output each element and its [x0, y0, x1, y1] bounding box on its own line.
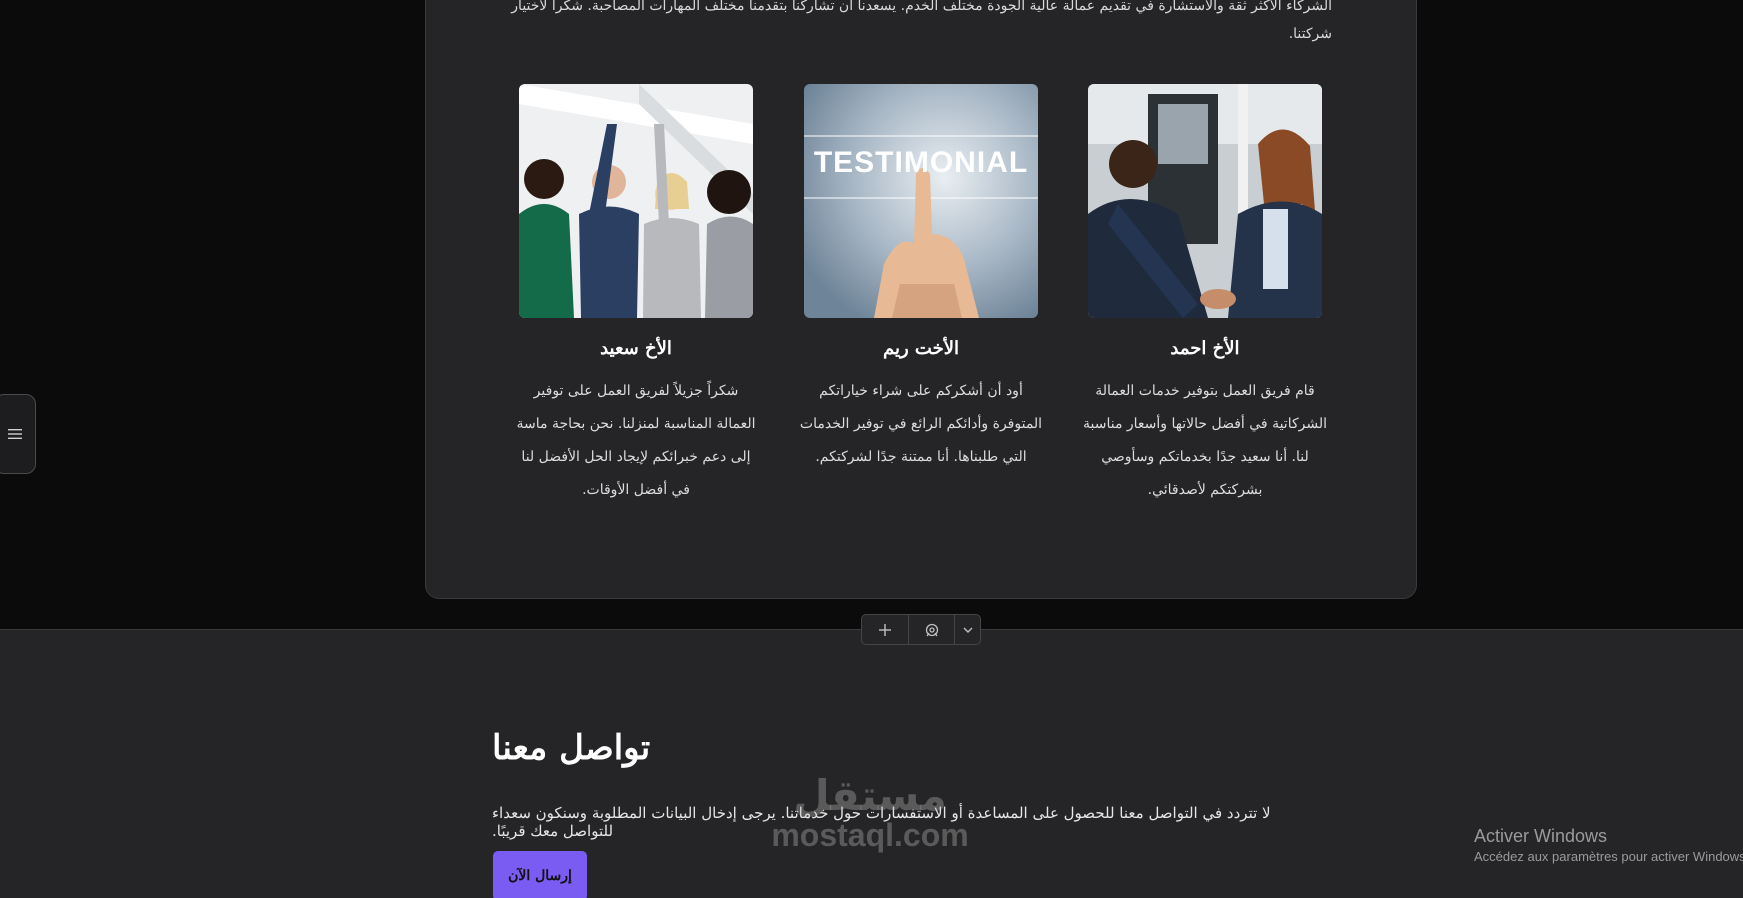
contact-description: لا تتردد في التواصل معنا للحصول على المس…	[492, 804, 1271, 840]
send-now-button[interactable]: إرسال الآن	[493, 851, 587, 898]
testimonial-name: الأخ احمد	[1170, 338, 1240, 359]
testimonial-name: الأخ سعيد	[600, 338, 672, 359]
testimonial-name: الأخت ريم	[882, 338, 960, 359]
testimonial-card-ahmed: الأخ احمد قام فريق العمل بتوفير خدمات ال…	[1078, 84, 1332, 507]
windows-activation-notice: Activer Windows Accédez aux paramètres p…	[1474, 826, 1743, 864]
add-section-button[interactable]	[862, 615, 908, 644]
testimonial-card-reem: TESTIMONIAL الأخت ريم أود أن أشكركم على …	[794, 84, 1048, 474]
testimonial-text: شكراً جزيلاً لفريق العمل على توفير العما…	[516, 383, 756, 498]
team-celebrating-photo	[519, 84, 753, 318]
handshake-photo	[1088, 84, 1322, 318]
testimonials-intro-text: الشركاء الأكثر ثقة والاستشارة في تقديم ع…	[511, 0, 1332, 42]
testimonial-text: قام فريق العمل بتوفير خدمات العمالة الشر…	[1083, 383, 1327, 498]
testimonial-photo-caption: TESTIMONIAL	[813, 146, 1029, 179]
section-toolbar	[861, 614, 981, 645]
testimonial-photo: TESTIMONIAL	[804, 84, 1038, 318]
settings-icon	[925, 623, 938, 636]
contact-title: تواصل معنا	[492, 728, 651, 768]
sidebar-toggle-button[interactable]	[0, 394, 36, 474]
menu-icon	[8, 429, 22, 439]
windows-activation-title: Activer Windows	[1474, 826, 1608, 846]
windows-activation-subtitle: Accédez aux paramètres pour activer Wind…	[1474, 849, 1743, 864]
chevron-down-icon	[963, 627, 973, 633]
testimonials-section: الشركاء الأكثر ثقة والاستشارة في تقديم ع…	[0, 0, 1743, 629]
testimonial-text: أود أن أشكركم على شراء خياراتكم المتوفرة…	[799, 383, 1043, 465]
section-settings-button[interactable]	[908, 615, 954, 644]
testimonial-card-saeed: الأخ سعيد شكراً جزيلاً لفريق العمل على ت…	[509, 84, 763, 507]
plus-icon	[879, 623, 892, 636]
section-options-dropdown[interactable]	[954, 615, 980, 644]
